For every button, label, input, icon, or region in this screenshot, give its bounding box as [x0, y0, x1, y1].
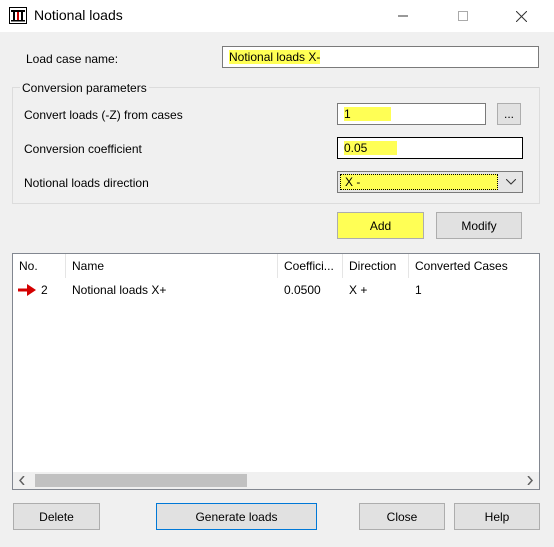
notional-direction-label: Notional loads direction: [24, 176, 149, 190]
scroll-right-icon[interactable]: [521, 472, 539, 489]
column-header-direction[interactable]: Direction: [343, 254, 409, 278]
add-button[interactable]: Add: [337, 212, 424, 239]
conversion-coefficient-value: 0.05: [344, 141, 398, 155]
convert-loads-value: 1: [344, 107, 391, 121]
close-window-button[interactable]: [498, 0, 544, 32]
close-button[interactable]: Close: [359, 503, 445, 530]
notional-loads-table[interactable]: No. Name Coeffici... Direction Converted…: [12, 253, 540, 490]
load-case-name-value: Notional loads X-: [229, 50, 321, 64]
convert-loads-input[interactable]: 1: [337, 103, 486, 125]
scrollbar-thumb[interactable]: [35, 474, 247, 487]
close-icon: [515, 10, 527, 22]
column-header-name[interactable]: Name: [66, 254, 278, 278]
chevron-down-icon[interactable]: [500, 172, 522, 192]
cell-name: Notional loads X+: [72, 283, 167, 297]
generate-loads-button[interactable]: Generate loads: [156, 503, 317, 530]
cell-converted-cases: 1: [415, 283, 422, 297]
conversion-coefficient-input[interactable]: 0.05: [337, 137, 523, 159]
maximize-icon: [458, 11, 468, 21]
convert-loads-label: Convert loads (-Z) from cases: [24, 108, 183, 122]
scroll-left-icon[interactable]: [13, 472, 31, 489]
conversion-coefficient-label: Conversion coefficient: [24, 142, 142, 156]
app-frame-icon: [9, 7, 27, 24]
column-header-converted-cases[interactable]: Converted Cases: [409, 254, 539, 278]
maximize-button[interactable]: [440, 0, 486, 32]
cell-direction: X +: [349, 283, 368, 297]
column-header-no[interactable]: No.: [13, 254, 66, 278]
minimize-icon: [398, 15, 408, 17]
minimize-button[interactable]: [380, 0, 426, 32]
cell-coefficient: 0.0500: [284, 283, 321, 297]
load-case-name-input[interactable]: Notional loads X-: [222, 46, 539, 68]
help-button[interactable]: Help: [454, 503, 540, 530]
modify-button[interactable]: Modify: [436, 212, 522, 239]
window-title: Notional loads: [34, 7, 123, 23]
cell-no: 2: [41, 283, 48, 297]
current-row-arrow-icon: [18, 284, 36, 296]
title-bar: Notional loads: [0, 0, 554, 32]
conversion-parameters-title: Conversion parameters: [20, 81, 149, 95]
notional-direction-select[interactable]: X -: [337, 171, 523, 193]
horizontal-scrollbar[interactable]: [13, 472, 539, 489]
delete-button[interactable]: Delete: [13, 503, 100, 530]
browse-cases-button[interactable]: ...: [497, 103, 521, 125]
load-case-name-label: Load case name:: [26, 52, 119, 66]
column-header-coefficient[interactable]: Coeffici...: [278, 254, 343, 278]
notional-direction-value: X -: [340, 174, 498, 190]
